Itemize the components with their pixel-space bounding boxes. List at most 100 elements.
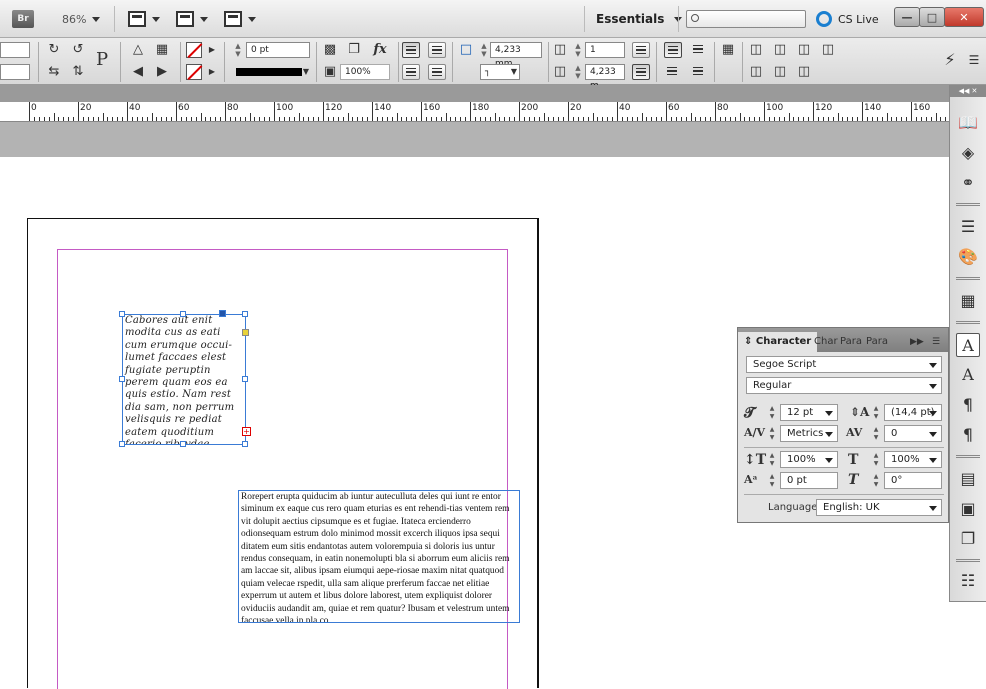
layers-panel-icon[interactable]: ◈ [956, 141, 980, 165]
chevron-down-icon[interactable]: ▼ [506, 64, 522, 80]
language-dropdown[interactable]: English: UK [816, 499, 942, 516]
flip-vertical-icon[interactable]: ⇅ [70, 64, 86, 80]
body-text-frame[interactable]: Rorepert erupta quiducim ab iuntur autec… [238, 490, 520, 623]
rotate-ccw-icon[interactable]: ↺ [70, 42, 86, 58]
table-panel-icon[interactable]: ▦ [956, 289, 980, 313]
align-horizontal-centers-icon[interactable]: ◫ [772, 42, 788, 58]
align-vertical-centers-icon[interactable]: ◫ [772, 64, 788, 80]
x-position-field[interactable] [0, 42, 30, 58]
drop-shadow-icon[interactable]: ▩ [322, 42, 338, 58]
workspace-switcher[interactable]: Essentials [596, 8, 683, 30]
vertical-scale-field[interactable]: 100% [780, 451, 838, 468]
align-bottom-button[interactable] [632, 64, 650, 80]
view-options-dropdown[interactable] [128, 8, 160, 30]
object-styles-panel-icon[interactable]: ❐ [956, 527, 980, 551]
zoom-dropdown[interactable]: 86% [62, 8, 101, 30]
auto-fit-icon[interactable]: ▦ [720, 42, 736, 58]
kerning-stepper[interactable]: ▲ ▼ [768, 426, 776, 442]
resize-handle[interactable] [180, 441, 186, 447]
leading-stepper[interactable]: ▲ ▼ [872, 405, 880, 421]
chevron-right-icon[interactable]: ▶ [204, 42, 220, 58]
horizontal-scale-stepper[interactable]: ▲ ▼ [872, 452, 880, 468]
resize-handle[interactable] [242, 441, 248, 447]
horizontal-scale-field[interactable]: 100% [884, 451, 942, 468]
cell-styles-panel-icon[interactable]: ▣ [956, 497, 980, 521]
columns-field[interactable]: 1 [585, 42, 625, 58]
panel-menu-icon[interactable]: ☰ [966, 52, 982, 68]
library-panel-icon[interactable]: ☷ [956, 569, 980, 593]
overset-text-icon[interactable]: + [242, 427, 251, 436]
stroke-weight-stepper[interactable]: ▲ ▼ [234, 42, 242, 58]
select-container-icon[interactable]: △ [130, 42, 146, 58]
fill-none-swatch[interactable] [186, 42, 202, 58]
height-stepper[interactable]: ▲ ▼ [574, 64, 582, 80]
minimize-button[interactable]: — [894, 7, 920, 27]
align-bottom-edges-icon[interactable]: ◫ [796, 64, 812, 80]
paragraph-panel-icon[interactable]: ¶ [956, 393, 980, 417]
align-top-button[interactable] [632, 42, 650, 58]
flip-horizontal-icon[interactable]: ⇆ [46, 64, 62, 80]
select-previous-icon[interactable]: ◀ [130, 64, 146, 80]
swatches-panel-icon[interactable]: 🎨 [956, 245, 980, 269]
width-stepper[interactable]: ▲ ▼ [480, 42, 488, 58]
resize-handle[interactable] [119, 311, 125, 317]
text-wrap-box-button[interactable] [428, 42, 446, 58]
kerning-field[interactable]: Metrics [780, 425, 838, 442]
resize-handle[interactable] [242, 311, 248, 317]
font-size-field[interactable]: 12 pt [780, 404, 838, 421]
baseline-shift-stepper[interactable]: ▲ ▼ [768, 473, 776, 489]
tab-paragraph[interactable]: Para [840, 332, 862, 352]
live-corner-handle[interactable] [242, 329, 249, 336]
align-top-edges-icon[interactable]: ◫ [748, 64, 764, 80]
selected-text-frame[interactable]: Cabores aut enit modita cus as eati cum … [122, 314, 246, 445]
shadow-icon[interactable]: ❐ [346, 42, 362, 58]
dock-collapse-icon[interactable]: ◀◀ ✕ [950, 85, 986, 97]
text-wrap-none-button[interactable] [402, 42, 420, 58]
tab-character-styles[interactable]: Char [814, 332, 838, 352]
close-button[interactable]: ✕ [944, 7, 984, 27]
frame-fitting-icon[interactable]: □ [458, 42, 474, 58]
vertical-align-center-button[interactable] [690, 42, 708, 58]
tracking-stepper[interactable]: ▲ ▼ [872, 426, 880, 442]
search-input[interactable] [686, 10, 806, 28]
skew-field[interactable]: 0° [884, 472, 942, 489]
select-next-icon[interactable]: ▶ [154, 64, 170, 80]
select-content-icon[interactable]: ▦ [154, 42, 170, 58]
chevron-down-icon[interactable]: ▼ [298, 64, 314, 80]
chevron-right-icon[interactable]: ▶ [204, 64, 220, 80]
stroke-panel-icon[interactable]: ☰ [956, 215, 980, 239]
opacity-field[interactable]: 100% [340, 64, 390, 80]
stroke-none-swatch[interactable] [186, 64, 202, 80]
tab-character[interactable]: ⇕ Character [738, 332, 818, 352]
align-right-edges-icon[interactable]: ◫ [796, 42, 812, 58]
leading-field[interactable]: (14,4 pt) [884, 404, 942, 421]
panel-menu-icon[interactable]: ☰ [932, 332, 940, 352]
resize-handle[interactable] [180, 311, 186, 317]
width-field[interactable]: 4,233 mm [490, 42, 542, 69]
bridge-button[interactable]: Br [12, 10, 34, 28]
y-position-field[interactable] [0, 64, 30, 80]
stroke-weight-field[interactable]: 0 pt [246, 42, 310, 58]
baseline-shift-field[interactable]: 0 pt [780, 472, 838, 489]
vertical-justify-button[interactable] [690, 64, 708, 80]
pages-panel-icon[interactable]: 📖 [956, 111, 980, 135]
font-size-stepper[interactable]: ▲ ▼ [768, 405, 776, 421]
maximize-button[interactable]: □ [919, 7, 945, 27]
font-style-dropdown[interactable]: Regular [746, 377, 942, 394]
tracking-field[interactable]: 0 [884, 425, 942, 442]
lightning-icon[interactable]: ⚡ [942, 52, 958, 68]
text-wrap-jump-button[interactable] [428, 64, 446, 80]
arrange-documents-dropdown[interactable] [224, 8, 256, 30]
in-port-handle[interactable] [219, 310, 226, 317]
character-styles-panel-icon[interactable]: A [956, 363, 980, 387]
columns-stepper[interactable]: ▲ ▼ [574, 42, 582, 58]
tab-paragraph-styles[interactable]: Para [866, 332, 888, 352]
rotate-cw-icon[interactable]: ↻ [46, 42, 62, 58]
character-panel-icon[interactable]: A [956, 333, 980, 357]
align-left-edges-icon[interactable]: ◫ [748, 42, 764, 58]
height-field[interactable]: 4,233 m [585, 64, 625, 91]
vertical-align-bottom-button[interactable] [664, 64, 682, 80]
stroke-type-preview[interactable] [236, 68, 302, 76]
resize-handle[interactable] [242, 376, 248, 382]
text-wrap-shape-button[interactable] [402, 64, 420, 80]
